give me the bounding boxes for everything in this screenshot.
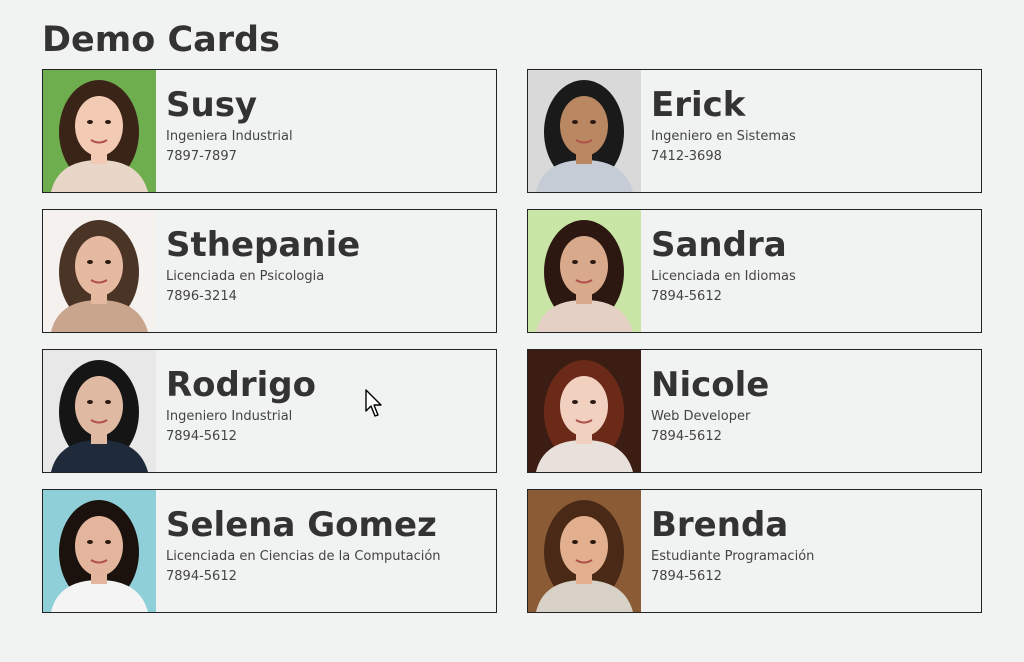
card-phone: 7412-3698 — [651, 149, 722, 164]
card-role: Estudiante Programación — [651, 549, 815, 564]
card-phone: 7894-5612 — [651, 429, 722, 444]
card-name: Susy — [166, 85, 258, 125]
card-info: Susy Ingeniera Industrial 7897-7897 — [166, 83, 488, 167]
card-role: Web Developer — [651, 409, 751, 424]
avatar — [43, 70, 156, 192]
card-info: Sandra Licenciada en Idiomas 7894-5612 — [651, 223, 973, 307]
card-info: Nicole Web Developer 7894-5612 — [651, 363, 973, 447]
card-sandra: Sandra Licenciada en Idiomas 7894-5612 — [527, 209, 982, 333]
card-name: Rodrigo — [166, 365, 316, 405]
card-info: Brenda Estudiante Programación 7894-5612 — [651, 503, 973, 587]
person-photo-icon — [528, 70, 641, 192]
card-name: Sthepanie — [166, 225, 361, 265]
card-info: Selena Gomez Licenciada en Ciencias de l… — [166, 503, 488, 587]
card-name: Erick — [651, 85, 746, 125]
card-susy: Susy Ingeniera Industrial 7897-7897 — [42, 69, 497, 193]
card-phone: 7896-3214 — [166, 289, 237, 304]
page-title: Demo Cards — [42, 20, 280, 60]
card-info: Sthepanie Licenciada en Psicologia 7896-… — [166, 223, 488, 307]
cards-grid: Susy Ingeniera Industrial 7897-7897 Eric… — [42, 69, 982, 613]
person-photo-icon — [528, 490, 641, 612]
avatar — [528, 70, 641, 192]
card-name: Brenda — [651, 505, 789, 545]
card-phone: 7897-7897 — [166, 149, 237, 164]
card-phone: 7894-5612 — [651, 289, 722, 304]
person-photo-icon — [43, 70, 156, 192]
avatar — [528, 210, 641, 332]
card-role: Licenciada en Psicologia — [166, 269, 325, 284]
card-selena-gomez: Selena Gomez Licenciada en Ciencias de l… — [42, 489, 497, 613]
card-info: Erick Ingeniero en Sistemas 7412-3698 — [651, 83, 973, 167]
card-rodrigo: Rodrigo Ingeniero Industrial 7894-5612 — [42, 349, 497, 473]
card-phone: 7894-5612 — [166, 569, 237, 584]
person-photo-icon — [528, 210, 641, 332]
card-role: Licenciada en Idiomas — [651, 269, 796, 284]
person-photo-icon — [43, 490, 156, 612]
card-brenda: Brenda Estudiante Programación 7894-5612 — [527, 489, 982, 613]
card-role: Ingeniero Industrial — [166, 409, 293, 424]
card-name: Sandra — [651, 225, 787, 265]
card-nicole: Nicole Web Developer 7894-5612 — [527, 349, 982, 473]
card-role: Licenciada en Ciencias de la Computación — [166, 549, 441, 564]
person-photo-icon — [528, 350, 641, 472]
card-phone: 7894-5612 — [651, 569, 722, 584]
card-phone: 7894-5612 — [166, 429, 237, 444]
card-role: Ingeniera Industrial — [166, 129, 293, 144]
person-photo-icon — [43, 350, 156, 472]
card-role: Ingeniero en Sistemas — [651, 129, 796, 144]
avatar — [528, 490, 641, 612]
card-sthepanie: Sthepanie Licenciada en Psicologia 7896-… — [42, 209, 497, 333]
card-erick: Erick Ingeniero en Sistemas 7412-3698 — [527, 69, 982, 193]
avatar — [43, 490, 156, 612]
avatar — [43, 350, 156, 472]
person-photo-icon — [43, 210, 156, 332]
card-name: Nicole — [651, 365, 770, 405]
card-info: Rodrigo Ingeniero Industrial 7894-5612 — [166, 363, 488, 447]
card-name: Selena Gomez — [166, 505, 437, 545]
avatar — [43, 210, 156, 332]
avatar — [528, 350, 641, 472]
